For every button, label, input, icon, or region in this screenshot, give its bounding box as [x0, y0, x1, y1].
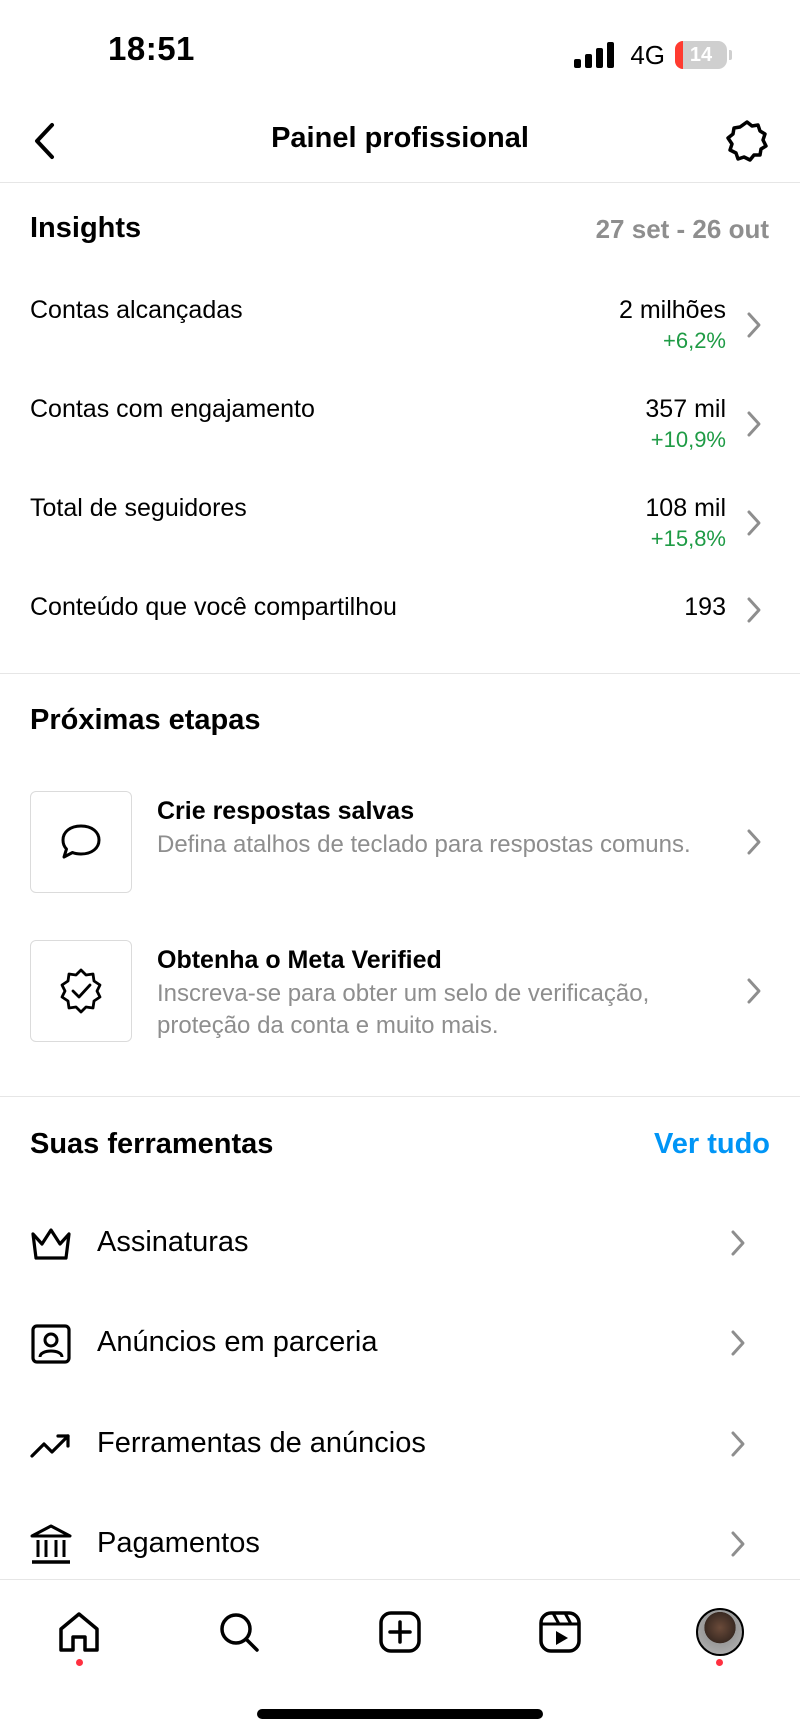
- nav-header: Painel profissional: [0, 100, 800, 183]
- chevron-right-icon: [747, 829, 761, 855]
- step-icon-box: [30, 791, 132, 893]
- metric-label: Total de seguidores: [30, 494, 247, 522]
- metric-value: 357 mil: [645, 395, 726, 423]
- step-card-meta-verified[interactable]: Obtenha o Meta Verified Inscreva-se para…: [0, 940, 800, 1044]
- trending-up-icon: [29, 1423, 73, 1467]
- step-description: Defina atalhos de teclado para respostas…: [157, 831, 691, 858]
- metric-change: +15,8%: [650, 526, 726, 551]
- home-icon: [59, 1612, 99, 1652]
- chat-bubble-icon: [61, 824, 101, 859]
- insights-title: Insights: [30, 212, 142, 244]
- chevron-right-icon: [731, 1431, 745, 1457]
- step-icon-box: [30, 940, 132, 1042]
- chevron-right-icon: [747, 411, 761, 437]
- step-card-saved-replies[interactable]: Crie respostas salvas Defina atalhos de …: [0, 791, 800, 895]
- status-bar: 18:51 4G 14: [0, 0, 800, 100]
- crown-icon: [29, 1222, 73, 1266]
- create-icon: [379, 1611, 421, 1653]
- tool-row-partnership-ads[interactable]: Anúncios em parceria: [0, 1312, 800, 1372]
- status-indicators: 4G 14: [574, 38, 732, 72]
- network-label: 4G: [630, 39, 665, 70]
- step-title: Crie respostas salvas: [157, 797, 415, 825]
- tab-create[interactable]: [370, 1602, 430, 1662]
- tool-label: Assinaturas: [97, 1226, 249, 1258]
- metric-row-accounts-engaged[interactable]: Contas com engajamento 357 mil +10,9%: [0, 395, 800, 457]
- metric-value: 108 mil: [645, 494, 726, 522]
- battery-fill: [675, 41, 683, 69]
- tool-label: Pagamentos: [97, 1527, 260, 1559]
- battery-level: 14: [689, 43, 713, 66]
- verified-badge-icon: [60, 968, 102, 1014]
- tool-label: Ferramentas de anúncios: [97, 1427, 426, 1459]
- metric-label: Contas com engajamento: [30, 395, 315, 423]
- tab-profile[interactable]: [690, 1602, 750, 1662]
- partner-ads-icon: [29, 1322, 73, 1366]
- metric-change: +10,9%: [650, 427, 726, 452]
- tab-search[interactable]: [209, 1602, 269, 1662]
- profile-avatar: [696, 1608, 744, 1656]
- battery-nub: [729, 50, 732, 60]
- gear-icon: [726, 120, 768, 162]
- metric-row-accounts-reached[interactable]: Contas alcançadas 2 milhões +6,2%: [0, 296, 800, 358]
- step-title: Obtenha o Meta Verified: [157, 946, 442, 974]
- tab-reels[interactable]: [530, 1602, 590, 1662]
- chevron-right-icon: [747, 597, 761, 623]
- chevron-right-icon: [731, 1531, 745, 1557]
- tool-label: Anúncios em parceria: [97, 1326, 378, 1358]
- chevron-right-icon: [747, 312, 761, 338]
- notification-dot: [76, 1659, 83, 1666]
- step-description: Inscreva-se para obter um selo de verifi…: [157, 980, 650, 1039]
- see-all-link[interactable]: Ver tudo: [654, 1128, 770, 1161]
- chevron-right-icon: [747, 510, 761, 536]
- notification-dot: [716, 1659, 723, 1666]
- metric-row-content-shared[interactable]: Conteúdo que você compartilhou 193: [0, 593, 800, 627]
- metric-label: Conteúdo que você compartilhou: [30, 593, 397, 621]
- tool-row-subscriptions[interactable]: Assinaturas: [0, 1212, 800, 1272]
- bank-icon: [29, 1523, 73, 1567]
- tab-home[interactable]: [49, 1602, 109, 1662]
- tools-title: Suas ferramentas: [30, 1128, 274, 1160]
- search-icon: [220, 1613, 259, 1652]
- settings-button[interactable]: [724, 118, 770, 164]
- chevron-right-icon: [747, 978, 761, 1004]
- metric-value: 193: [684, 593, 726, 621]
- metric-change: +6,2%: [663, 328, 726, 353]
- home-indicator: [257, 1709, 543, 1719]
- metric-row-total-followers[interactable]: Total de seguidores 108 mil +15,8%: [0, 494, 800, 556]
- reels-icon: [539, 1611, 581, 1653]
- chevron-right-icon: [731, 1230, 745, 1256]
- tool-row-payments[interactable]: Pagamentos: [0, 1513, 800, 1573]
- status-time: 18:51: [108, 30, 195, 67]
- battery-icon: 14: [675, 41, 727, 69]
- page-title: Painel profissional: [271, 122, 529, 154]
- metric-value: 2 milhões: [619, 296, 726, 324]
- next-steps-title: Próximas etapas: [30, 704, 261, 736]
- signal-icon: [574, 42, 615, 68]
- metric-label: Contas alcançadas: [30, 296, 243, 324]
- tool-row-ad-tools[interactable]: Ferramentas de anúncios: [0, 1413, 800, 1473]
- section-divider: [0, 1096, 800, 1097]
- chevron-right-icon: [731, 1330, 745, 1356]
- date-range: 27 set - 26 out: [595, 214, 769, 244]
- section-divider: [0, 673, 800, 674]
